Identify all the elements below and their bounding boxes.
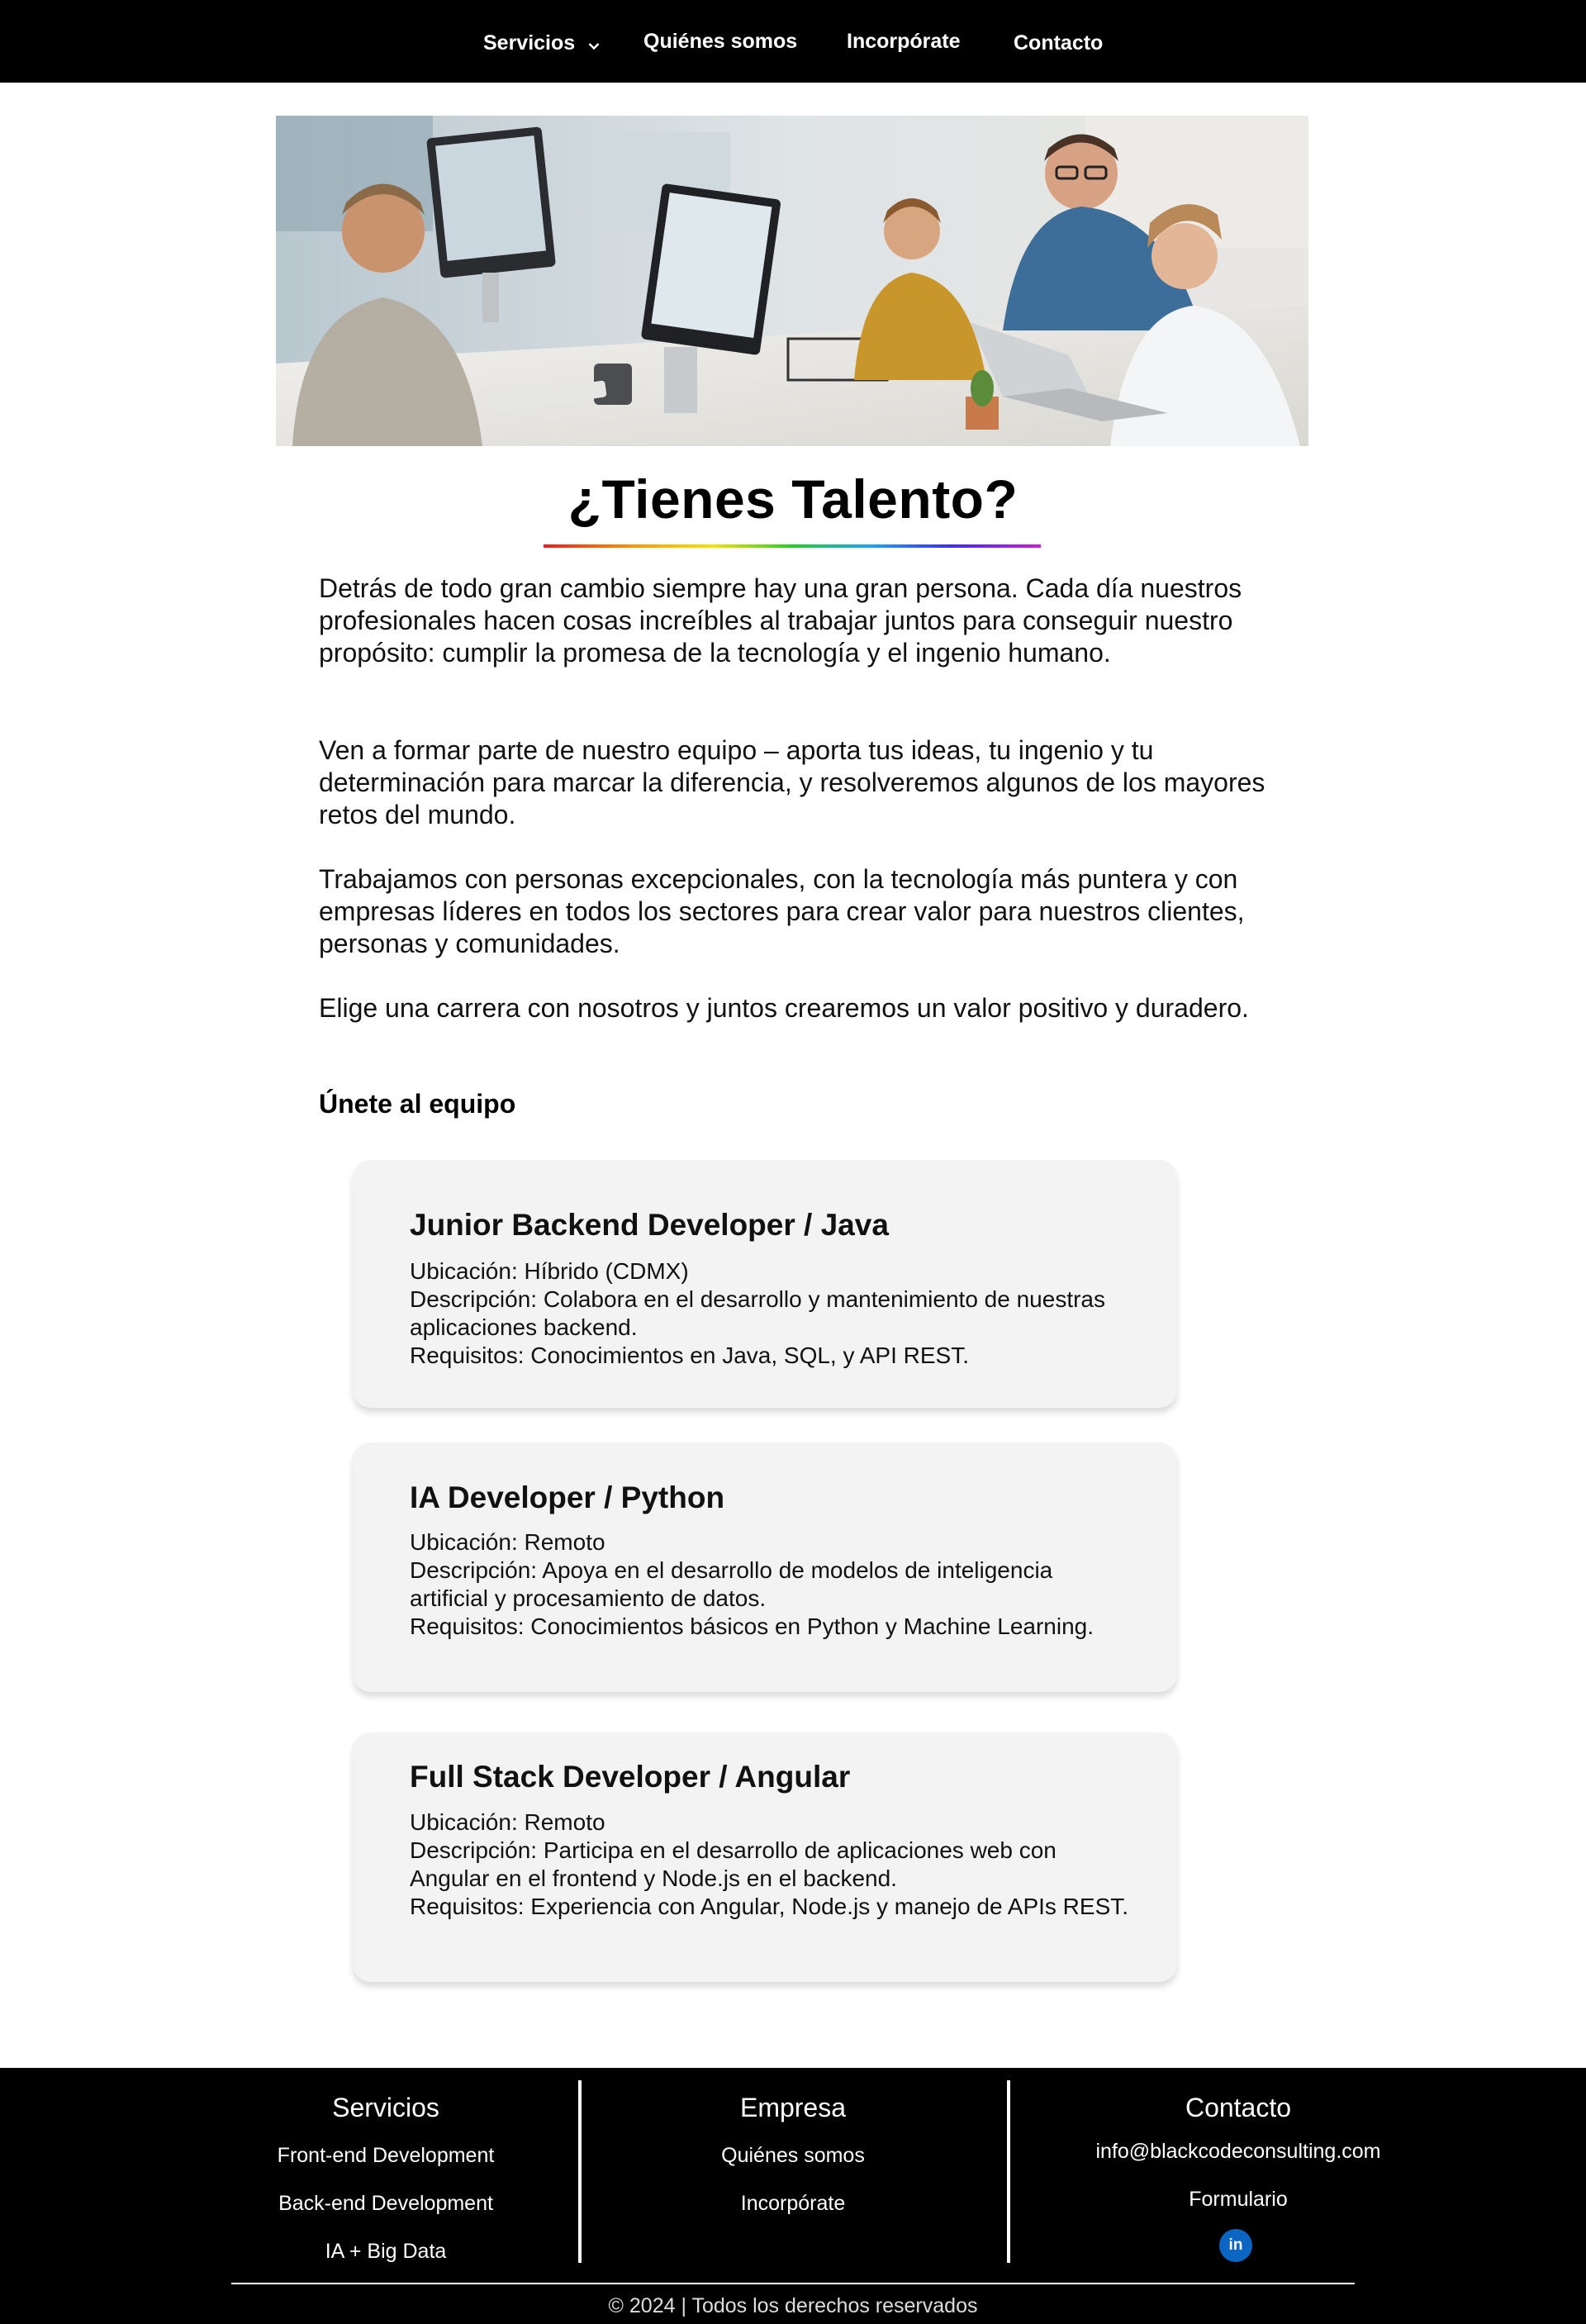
job-requirements: Requisitos: Conocimientos en Java, SQL, …: [410, 1343, 969, 1368]
job-details: Ubicación: Remoto Descripción: Apoya en …: [410, 1528, 1137, 1641]
nav-item-contacto[interactable]: Contacto: [1014, 31, 1103, 55]
footer-link-quienes-somos[interactable]: Quiénes somos: [628, 2144, 958, 2168]
job-location: Ubicación: Híbrido (CDMX): [410, 1258, 689, 1284]
footer-link-backend[interactable]: Back-end Development: [221, 2192, 551, 2216]
hero-image: [276, 116, 1308, 446]
intro-paragraph-2: Ven a formar parte de nuestro equipo – a…: [319, 735, 1265, 829]
job-card-angular: Full Stack Developer / Angular Ubicación…: [353, 1732, 1177, 1982]
page-title: ¿Tienes Talento?: [567, 468, 1019, 530]
top-navbar: Servicios Quiénes somos Incorpórate Cont…: [0, 0, 1586, 83]
intro-paragraph-1: Detrás de todo gran cambio siempre hay u…: [319, 573, 1242, 668]
job-details: Ubicación: Híbrido (CDMX) Descripción: C…: [410, 1257, 1137, 1370]
job-title: IA Developer / Python: [410, 1480, 725, 1514]
job-requirements: Requisitos: Experiencia con Angular, Nod…: [410, 1894, 1129, 1919]
footer-divider: [1007, 2080, 1010, 2263]
footer-heading-servicios: Servicios: [332, 2093, 439, 2122]
job-description: Descripción: Apoya en el desarrollo de m…: [410, 1557, 1053, 1611]
copyright-text: © 2024 | Todos los derechos reservados: [608, 2294, 978, 2317]
footer-email-link[interactable]: info@blackcodeconsulting.com: [1073, 2140, 1403, 2164]
footer-heading-empresa: Empresa: [739, 2093, 847, 2122]
job-location: Ubicación: Remoto: [410, 1529, 605, 1555]
linkedin-icon[interactable]: in: [1219, 2229, 1252, 2262]
job-title: Full Stack Developer / Angular: [410, 1760, 851, 1794]
nav-item-servicios[interactable]: Servicios: [483, 31, 600, 56]
nav-servicios-label: Servicios: [483, 31, 576, 55]
footer-heading-contacto: Contacto: [1185, 2093, 1292, 2122]
join-team-heading: Únete al equipo: [319, 1089, 516, 1119]
nav-item-incorporate[interactable]: Incorpórate: [847, 30, 961, 54]
footer-link-frontend[interactable]: Front-end Development: [221, 2144, 551, 2168]
job-card-java: Junior Backend Developer / Java Ubicació…: [353, 1160, 1177, 1408]
footer-divider: [578, 2080, 582, 2263]
job-title: Junior Backend Developer / Java: [410, 1208, 889, 1242]
intro-paragraph-4: Elige una carrera con nosotros y juntos …: [319, 993, 1249, 1023]
site-footer: Servicios Front-end Development Back-end…: [0, 2068, 1586, 2324]
job-location: Ubicación: Remoto: [410, 1809, 605, 1835]
title-underline: [544, 544, 1041, 548]
job-description: Descripción: Colabora en el desarrollo y…: [410, 1286, 1105, 1340]
chevron-down-icon: [588, 32, 600, 56]
job-details: Ubicación: Remoto Descripción: Participa…: [410, 1808, 1137, 1921]
intro-paragraph-3: Trabajamos con personas excepcionales, c…: [319, 864, 1245, 958]
job-description: Descripción: Participa en el desarrollo …: [410, 1837, 1057, 1891]
nav-item-quienes-somos[interactable]: Quiénes somos: [643, 30, 797, 54]
footer-link-formulario[interactable]: Formulario: [1073, 2188, 1403, 2212]
footer-link-incorporate[interactable]: Incorpórate: [628, 2192, 958, 2216]
job-card-python: IA Developer / Python Ubicación: Remoto …: [353, 1442, 1177, 1692]
job-requirements: Requisitos: Conocimientos básicos en Pyt…: [410, 1613, 1095, 1639]
footer-link-ia-bigdata[interactable]: IA + Big Data: [221, 2240, 551, 2264]
footer-rule: [231, 2283, 1355, 2284]
